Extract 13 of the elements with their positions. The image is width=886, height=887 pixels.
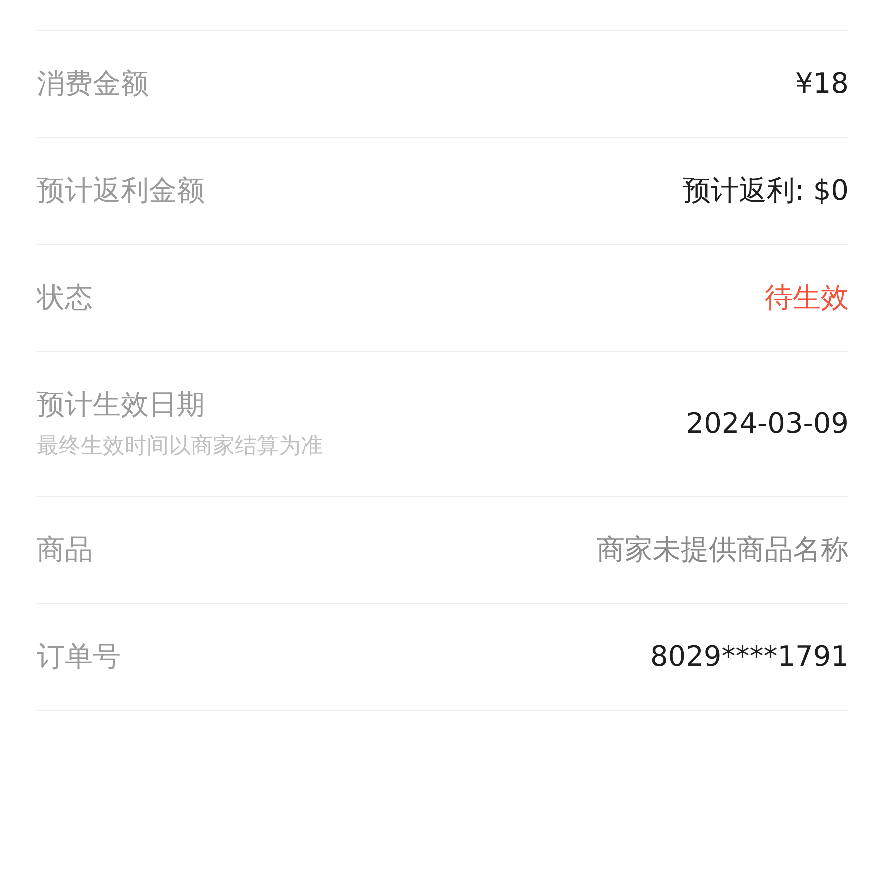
field-note: 最终生效时间以商家结算为准 bbox=[37, 433, 323, 461]
field-label: 消费金额 bbox=[37, 66, 149, 102]
status-text: 待生效 bbox=[765, 280, 849, 316]
field-value: 预计返利: $0 bbox=[683, 173, 849, 209]
field-label: 订单号 bbox=[37, 639, 121, 675]
field-label: 预计生效日期 bbox=[37, 387, 206, 423]
field-value: 8029****1791 bbox=[650, 639, 849, 675]
field-value: 2024-03-09 bbox=[686, 406, 849, 442]
field-value: 商家未提供商品名称 bbox=[597, 532, 849, 568]
field-label: 预计返利金额 bbox=[37, 173, 205, 209]
field-label: 商品 bbox=[37, 532, 93, 568]
field-label: 状态 bbox=[37, 280, 93, 316]
field-value: ¥18 bbox=[796, 66, 849, 102]
